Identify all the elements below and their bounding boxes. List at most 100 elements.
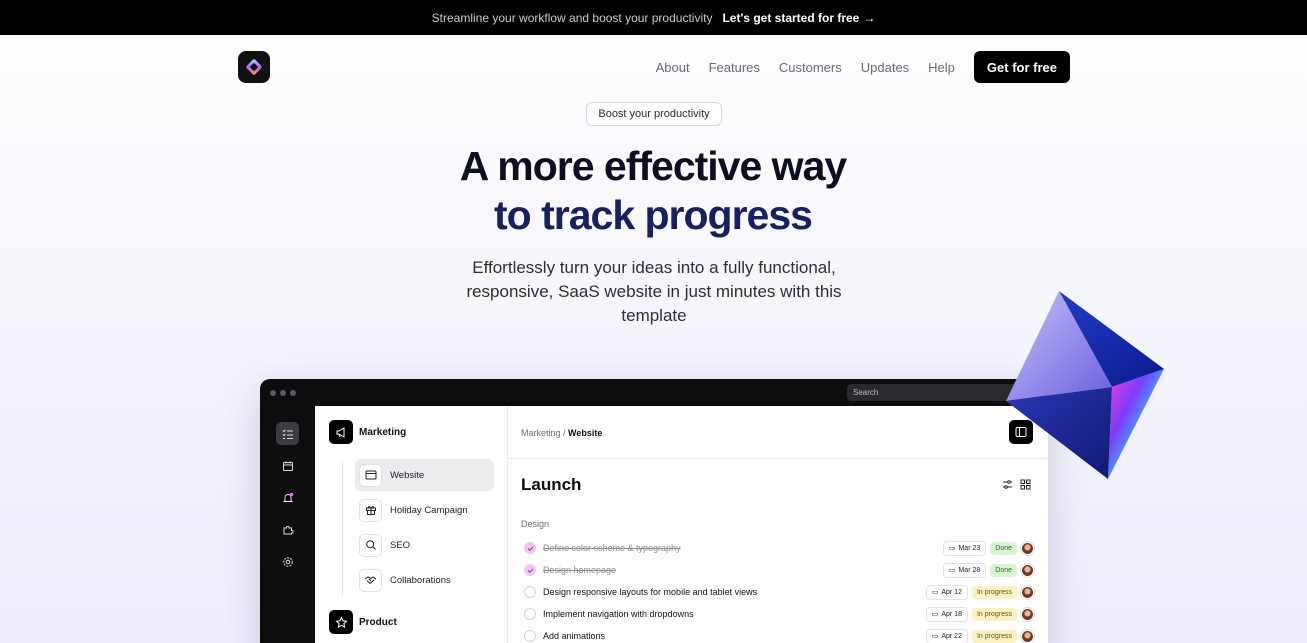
task-meta: ▭ Apr 12 In progress [925,584,1034,600]
status-badge: In progress [971,585,1017,599]
calendar-icon: ▭ [948,545,956,552]
gear-icon [282,556,293,567]
window-dot [280,389,286,396]
avatar [1021,563,1034,577]
sidebar-item-website[interactable]: Website [355,459,494,491]
due-date[interactable]: ▭ Apr 22 [925,628,968,643]
calendar-icon: ▭ [931,633,939,640]
task-row[interactable]: Add animations ▭ Apr 22 In progress [524,627,1034,643]
calendar-icon: ▭ [931,611,939,618]
rail-tasks-button[interactable] [276,422,299,445]
nav-link-help[interactable]: Help [928,60,955,75]
task-row[interactable]: Design responsive layouts for mobile and… [524,583,1034,601]
sidebar-item-label: SEO [390,539,411,551]
task-title: Implement navigation with dropdowns [543,609,694,619]
nav-link-about[interactable]: About [656,60,690,75]
rail-calendar-button[interactable] [276,454,299,477]
nav-link-customers[interactable]: Customers [779,60,842,75]
sidebar-group-product[interactable]: Product [329,610,397,634]
breadcrumb-separator: / [560,428,569,438]
task-title: Define color scheme & typography [543,543,681,553]
calendar-icon: ▭ [948,567,956,574]
breadcrumb: Marketing / Website [521,428,602,438]
avatar [1021,607,1034,621]
task-meta: ▭ Mar 23 Done [942,540,1034,556]
calendar-icon [282,461,293,471]
window-dot [290,389,296,396]
hero-title-line2: to track progress [494,192,813,238]
nav-link-features[interactable]: Features [709,60,760,75]
gift-icon [359,498,382,522]
due-date[interactable]: ▭ Apr 18 [925,606,968,622]
task-row[interactable]: Define color scheme & typography ▭ Mar 23… [524,539,1034,557]
announcement-cta-label: Let's get started for free [722,10,860,25]
page-title: Launch [521,475,582,494]
due-date-label: Apr 12 [941,588,962,596]
sidebar-item-label: Holiday Campaign [390,504,468,516]
logo-mark-icon [246,59,262,75]
sidebar-item-label: Collaborations [390,574,451,586]
megaphone-icon [329,420,353,444]
brand-logo[interactable] [238,51,270,83]
due-date-label: Mar 28 [958,566,981,574]
due-date[interactable]: ▭ Mar 23 [942,540,987,556]
announcement-cta-link[interactable]: Let's get started for free → [722,11,875,25]
avatar [1021,585,1034,599]
gem-illustration [1006,291,1164,479]
top-nav: About Features Customers Updates Help Ge… [238,51,1070,83]
nav-links: About Features Customers Updates Help Ge… [656,51,1070,83]
search-icon [359,533,382,557]
arrow-right-icon: → [863,10,876,25]
bell-icon [282,492,293,502]
due-date-label: Apr 18 [941,610,962,618]
project-sidebar: Marketing Website Holiday Campaign SEO C… [315,406,508,643]
main-panel: Marketing / Website Launch Design Define… [508,406,1048,643]
task-meta: ▭ Mar 28 Done [942,562,1034,578]
due-date[interactable]: ▭ Apr 12 [925,584,968,600]
tree-connector [342,461,343,596]
task-row[interactable]: Implement navigation with dropdowns ▭ Apr… [524,605,1034,623]
check-icon[interactable] [524,542,536,554]
search-input[interactable]: Search [847,384,1017,401]
checkbox[interactable] [524,630,536,642]
sidebar-item-seo[interactable]: SEO [355,529,494,561]
hero-pill: Boost your productivity [586,102,722,126]
puzzle-icon [283,525,294,534]
checkbox[interactable] [524,608,536,620]
star-icon [329,610,353,634]
hero-title-line1: A more effective way [459,143,847,189]
browser-window-icon [359,463,382,487]
calendar-icon: ▭ [931,589,939,596]
due-date-label: Mar 23 [958,544,981,552]
status-badge: In progress [971,629,1017,643]
hero-title: A more effective way to track progress [353,142,953,240]
rail-settings-button[interactable] [276,550,299,573]
icon-rail [260,406,315,643]
task-meta: ▭ Apr 22 In progress [925,628,1034,643]
task-row[interactable]: Design homepage ▭ Mar 28 Done [524,561,1034,579]
due-date-label: Apr 22 [941,632,962,640]
window-dot [270,389,276,396]
checkbox[interactable] [524,586,536,598]
check-icon[interactable] [524,564,536,576]
hero-subtitle: Effortlessly turn your ideas into a full… [466,258,842,325]
header-divider [508,458,1048,459]
task-title: Design homepage [543,565,617,575]
get-for-free-button[interactable]: Get for free [973,51,1070,83]
avatar [1021,541,1034,555]
status-badge: Done [990,541,1017,555]
sidebar-item-holiday-campaign[interactable]: Holiday Campaign [355,494,494,526]
sidebar-group-marketing[interactable]: Marketing [329,420,406,444]
app-mockup: Search Marketing Website Holiday Campaig… [260,379,1048,643]
rail-integrations-button[interactable] [276,518,299,541]
rail-notifications-button[interactable] [276,486,299,509]
due-date[interactable]: ▭ Mar 28 [942,562,987,578]
breadcrumb-parent[interactable]: Marketing [521,428,561,438]
handshake-icon [359,568,382,592]
nav-link-updates[interactable]: Updates [861,60,909,75]
sidebar-item-collaborations[interactable]: Collaborations [355,564,494,596]
sidebar-group-label: Marketing [359,426,407,438]
section-label: Design [521,519,550,529]
task-title: Design responsive layouts for mobile and… [543,587,758,597]
announcement-bar: Streamline your workflow and boost your … [0,0,1307,35]
